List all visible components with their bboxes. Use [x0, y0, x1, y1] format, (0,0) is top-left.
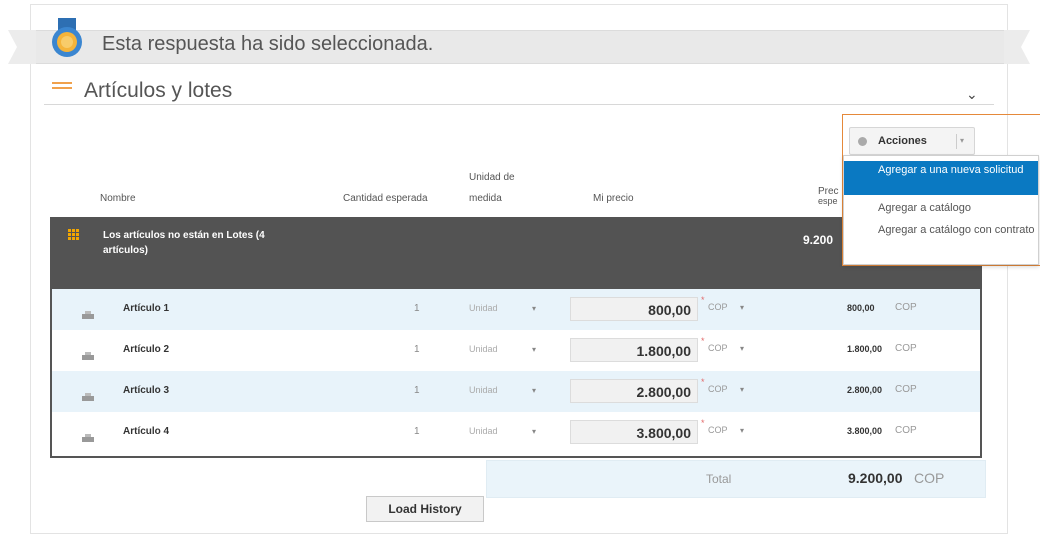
- total-row: [486, 460, 986, 498]
- medal-icon: [48, 18, 86, 62]
- ribbon-tail-left: [8, 30, 38, 64]
- col-header-ext-line2: espe: [818, 196, 838, 206]
- col-header-price: Mi precio: [593, 193, 634, 204]
- items-table-border: [50, 289, 982, 458]
- section-divider: [44, 104, 994, 105]
- col-header-qty: Cantidad esperada: [343, 193, 428, 204]
- actions-separator: [956, 134, 957, 149]
- total-label: Total: [706, 472, 732, 486]
- total-currency: COP: [914, 470, 945, 486]
- actions-label: Acciones: [878, 135, 927, 147]
- list-icon: [52, 82, 72, 94]
- lot-group-label: Los artículos no están en Lotes (4 artíc…: [103, 230, 265, 256]
- total-value: 9.200,00: [848, 470, 903, 486]
- col-header-unit-line1: Unidad de: [469, 172, 515, 183]
- lot-group-total: 9.200: [803, 233, 834, 247]
- actions-menu: Agregar a una nueva solicitud Agregar a …: [843, 155, 1039, 265]
- banner-title: Esta respuesta ha sido seleccionada.: [102, 33, 434, 55]
- menu-item-new-request[interactable]: Agregar a una nueva solicitud: [844, 161, 1038, 195]
- chevron-down-icon[interactable]: ⌄: [966, 86, 978, 103]
- ribbon-tail-right: [1000, 30, 1030, 64]
- grid-icon: [68, 229, 79, 240]
- col-header-unit-line2: medida: [469, 193, 502, 204]
- actions-icon: [858, 137, 867, 146]
- menu-item-add-catalog-contract[interactable]: Agregar a catálogo con contrato: [844, 223, 1038, 238]
- section-title: Artículos y lotes: [84, 79, 233, 102]
- actions-button[interactable]: Acciones ▾: [849, 127, 975, 155]
- load-history-button[interactable]: Load History: [366, 496, 484, 522]
- col-header-name: Nombre: [100, 193, 136, 204]
- menu-item-add-catalog[interactable]: Agregar a catálogo: [844, 201, 1038, 216]
- chevron-down-icon[interactable]: ▾: [960, 136, 964, 145]
